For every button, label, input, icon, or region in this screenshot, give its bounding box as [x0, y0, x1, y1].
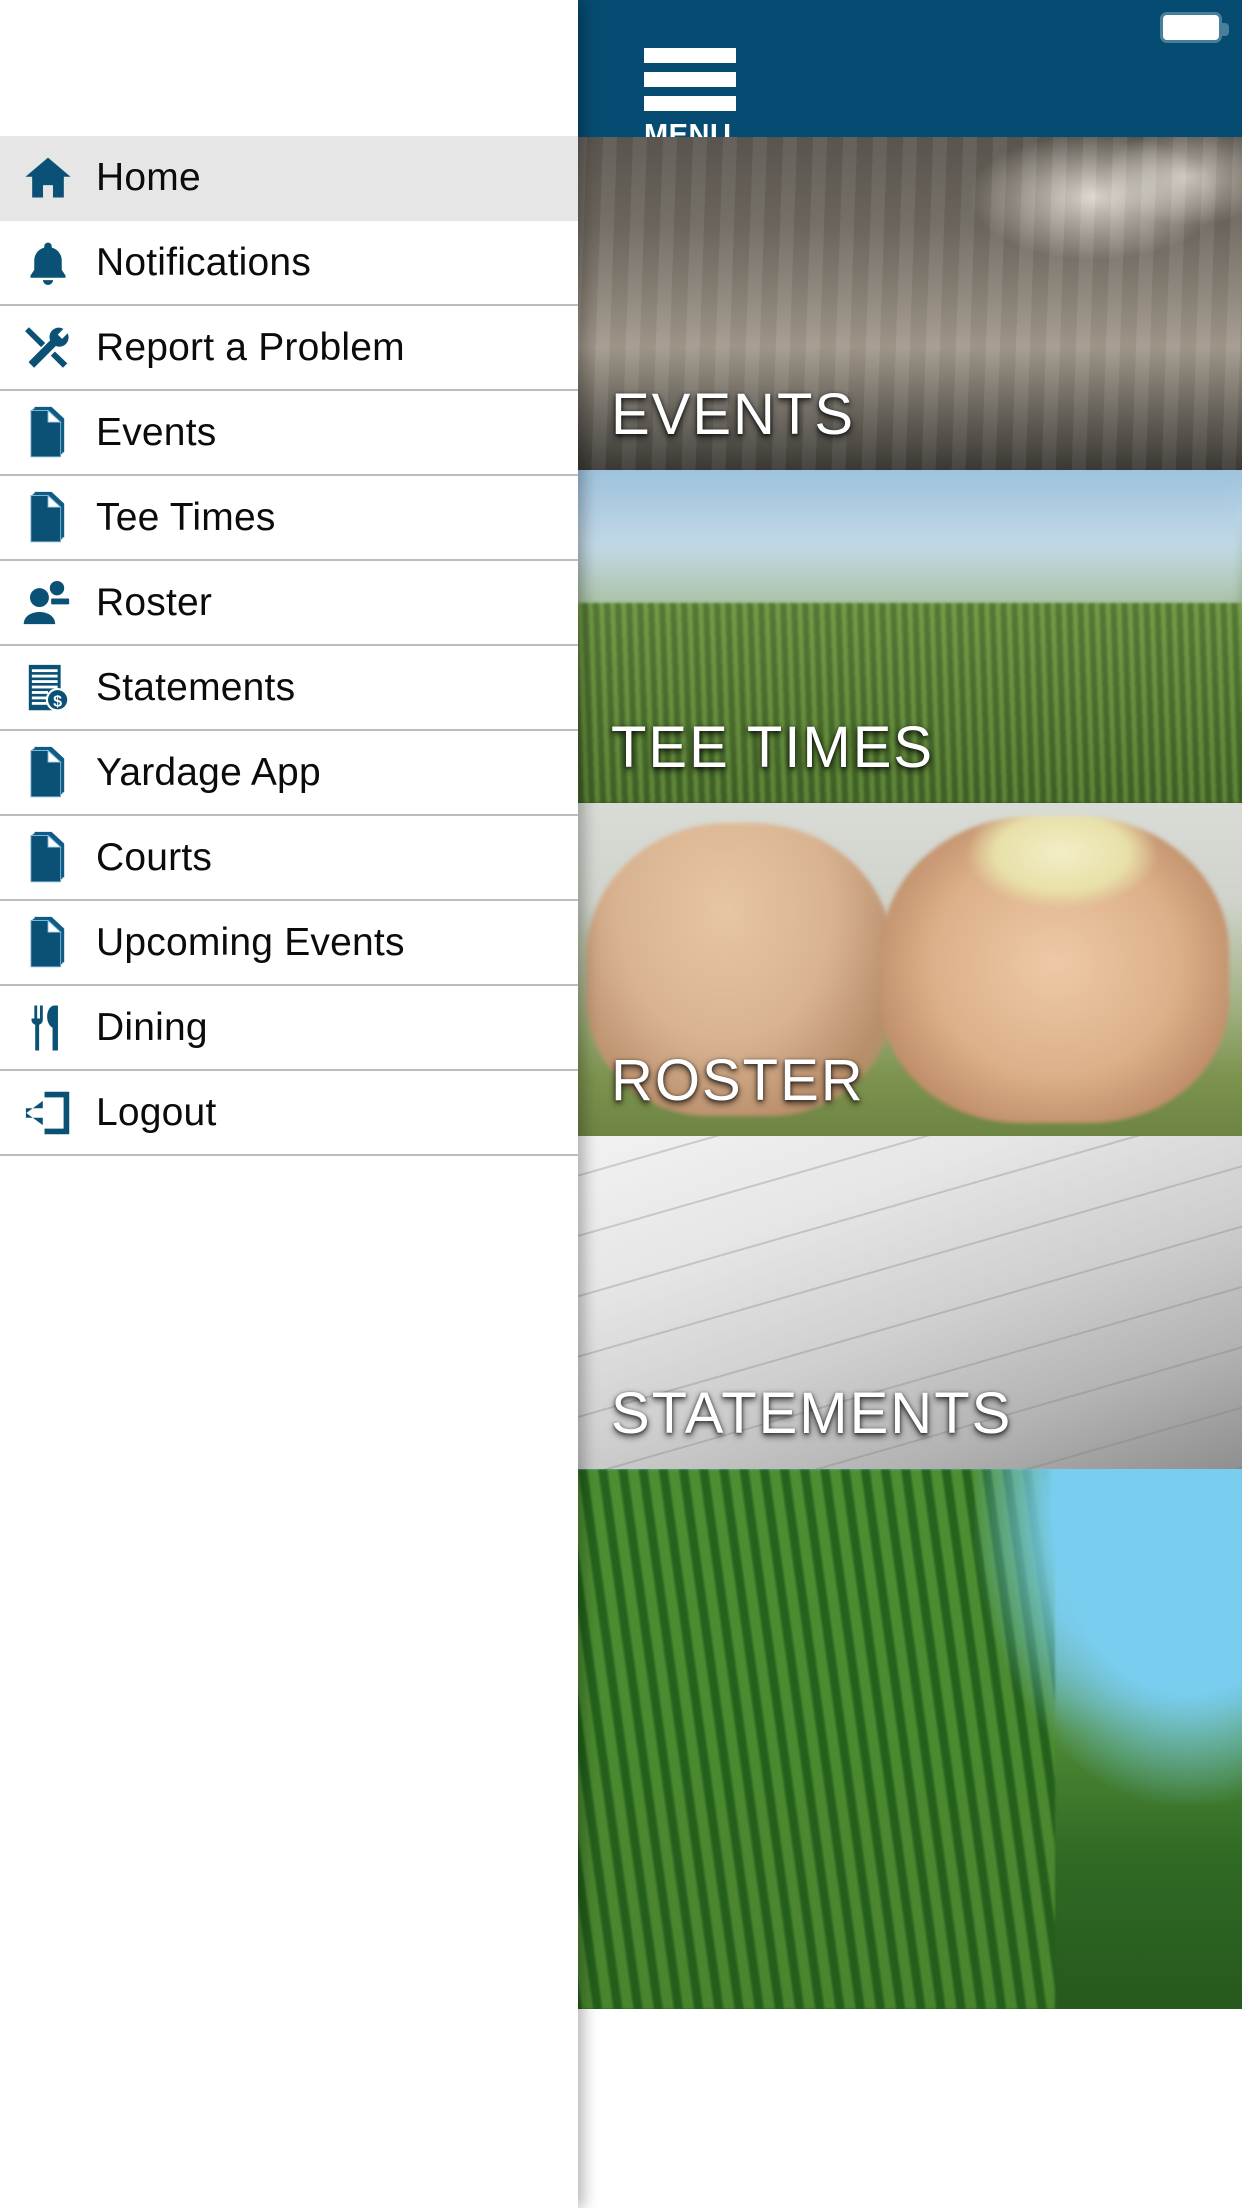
app-screen: MENU EVENTS TEE TIMES ROSTER STATEMENTS: [573, 0, 1242, 2208]
sidebar-item-roster[interactable]: Roster: [0, 561, 578, 646]
logout-icon: [0, 1070, 96, 1155]
document-icon: [0, 390, 96, 475]
drawer-top-spacer: [0, 0, 578, 136]
sidebar-item-label: Upcoming Events: [96, 920, 405, 964]
home-icon: [0, 135, 96, 220]
hamburger-icon-bar: [644, 72, 736, 87]
document-icon: [0, 815, 96, 900]
sidebar-item-upcoming-events[interactable]: Upcoming Events: [0, 901, 578, 986]
app-root: MENU EVENTS TEE TIMES ROSTER STATEMENTS: [0, 0, 1242, 2208]
tools-icon: [0, 305, 96, 390]
sidebar-item-label: Statements: [96, 665, 296, 709]
tile-next[interactable]: [573, 1469, 1242, 2009]
sidebar-item-label: Courts: [96, 835, 213, 879]
document-icon: [0, 475, 96, 560]
sidebar-item-label: Notifications: [96, 240, 312, 284]
tile-label: STATEMENTS: [611, 1381, 1013, 1446]
document-icon: [0, 730, 96, 815]
sidebar-item-tee-times[interactable]: Tee Times: [0, 476, 578, 561]
sidebar-item-home[interactable]: Home: [0, 136, 578, 221]
sidebar-item-courts[interactable]: Courts: [0, 816, 578, 901]
app-header: MENU: [573, 0, 1242, 151]
people-icon: [0, 560, 96, 645]
svg-text:$: $: [53, 692, 62, 710]
sidebar-item-label: Home: [96, 155, 201, 199]
sidebar-item-label: Report a Problem: [96, 325, 405, 369]
sidebar-item-label: Yardage App: [96, 750, 321, 794]
tile-label: ROSTER: [611, 1048, 865, 1113]
battery-icon: [1160, 12, 1229, 43]
sidebar-item-label: Tee Times: [96, 495, 276, 539]
sidebar-item-logout[interactable]: Logout: [0, 1071, 578, 1156]
bell-icon: [0, 220, 96, 305]
tile-statements[interactable]: STATEMENTS: [573, 1136, 1242, 1469]
sidebar-item-label: Events: [96, 410, 217, 454]
tile-events[interactable]: EVENTS: [573, 137, 1242, 470]
document-icon: [0, 900, 96, 985]
hamburger-icon-bar: [644, 96, 736, 111]
tile-label: TEE TIMES: [611, 715, 935, 780]
nav-list: Home Notifications Report a Problem Even…: [0, 136, 578, 1156]
tile-roster[interactable]: ROSTER: [573, 803, 1242, 1136]
invoice-icon: $: [0, 645, 96, 730]
hamburger-icon-bar: [644, 48, 736, 63]
sidebar-item-report-a-problem[interactable]: Report a Problem: [0, 306, 578, 391]
tile-image: [573, 1469, 1242, 2009]
sidebar-item-events[interactable]: Events: [0, 391, 578, 476]
sidebar-item-dining[interactable]: Dining: [0, 986, 578, 1071]
tile-label: EVENTS: [611, 382, 856, 447]
sidebar-item-statements[interactable]: $ Statements: [0, 646, 578, 731]
cutlery-icon: [0, 985, 96, 1070]
sidebar-item-label: Logout: [96, 1090, 217, 1134]
navigation-drawer: Home Notifications Report a Problem Even…: [0, 0, 578, 2208]
tile-tee-times[interactable]: TEE TIMES: [573, 470, 1242, 803]
sidebar-item-label: Roster: [96, 580, 213, 624]
sidebar-item-label: Dining: [96, 1005, 208, 1049]
status-bar: [573, 0, 1242, 46]
sidebar-item-notifications[interactable]: Notifications: [0, 221, 578, 306]
sidebar-item-yardage-app[interactable]: Yardage App: [0, 731, 578, 816]
